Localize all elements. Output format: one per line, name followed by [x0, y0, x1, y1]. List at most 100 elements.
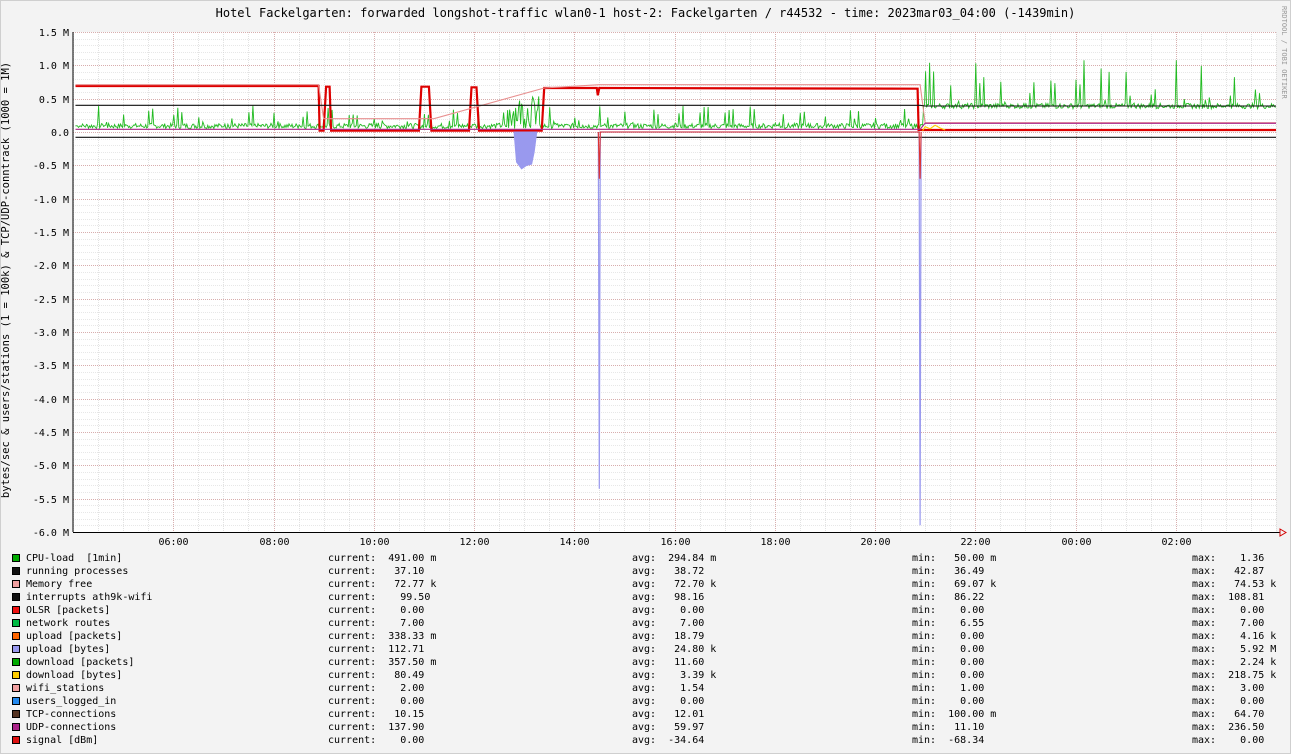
legend-current: current: 357.50 m	[328, 657, 437, 668]
legend-max: max: 2.24 k	[1192, 657, 1277, 668]
legend-row: running processes current: 37.10 avg: 38.7…	[12, 565, 1282, 578]
legend-current: current: 7.00	[328, 618, 425, 629]
legend-avg: avg: 3.39 k	[632, 670, 717, 681]
x-axis-arrow	[1279, 528, 1287, 537]
y-tick-label: -2.5 M	[33, 295, 69, 306]
legend-min: min: 0.00	[912, 657, 985, 668]
legend-swatch	[12, 580, 20, 588]
y-tick-label: -4.5 M	[33, 428, 69, 439]
y-tick-label: 0.5 M	[39, 95, 69, 106]
legend-min: min: 50.00 m	[912, 553, 997, 564]
legend-avg: avg: 24.80 k	[632, 644, 717, 655]
legend-max: max: 236.50	[1192, 722, 1265, 733]
legend-avg: avg: 38.72	[632, 566, 705, 577]
y-tick-label: 1.0 M	[39, 61, 69, 72]
legend-name: network routes	[26, 618, 111, 629]
y-tick-label: -3.0 M	[33, 328, 69, 339]
y-tick-label: -2.0 M	[33, 261, 69, 272]
legend-max: max: 218.75 k	[1192, 670, 1277, 681]
chart-area: 1.5 M 1.0 M 0.5 M 0.0 -0.5 M -1.0 M -1.5 M -2.0…	[33, 28, 1287, 545]
legend-swatch	[12, 554, 20, 562]
legend-swatch	[12, 671, 20, 679]
x-tick-label: 16:00	[660, 537, 690, 545]
legend-current: current: 2.00	[328, 683, 425, 694]
legend-current: current: 0.00	[328, 605, 425, 616]
legend-row: download [bytes] current: 80.49 avg: 3.39 …	[12, 669, 1282, 682]
legend-max: max: 7.00	[1192, 618, 1265, 629]
legend-max: max: 4.16 k	[1192, 631, 1277, 642]
legend-swatch	[12, 593, 20, 601]
legend-name: wifi_stations	[26, 683, 105, 694]
legend-current: current: 491.00 m	[328, 553, 437, 564]
legend-min: min: 6.55	[912, 618, 985, 629]
x-tick-label: 14:00	[559, 537, 589, 545]
y-tick-label: -6.0 M	[33, 528, 69, 539]
legend-row: download [packets] current: 357.50 m avg: …	[12, 656, 1282, 669]
legend-max: max: 0.00	[1192, 735, 1265, 746]
legend-swatch	[12, 645, 20, 653]
legend-avg: avg: 294.84 m	[632, 553, 717, 564]
legend-current: current: 338.33 m	[328, 631, 437, 642]
legend-current: current: 72.77 k	[328, 579, 437, 590]
x-tick-label: 18:00	[760, 537, 790, 545]
legend-row: UDP-connections current: 137.90 avg: 59.97…	[12, 721, 1282, 734]
legend-swatch	[12, 658, 20, 666]
legend-name: signal [dBm]	[26, 735, 99, 746]
legend-name: interrupts ath9k-wifi	[26, 592, 153, 603]
legend-current: current: 99.50	[328, 592, 431, 603]
legend-swatch	[12, 606, 20, 614]
legend-row: network routes current: 7.00 avg: 7.00 min:…	[12, 617, 1282, 630]
legend-min: min: 86.22	[912, 592, 985, 603]
legend-max: max: 0.00	[1192, 696, 1265, 707]
legend-avg: avg: 0.00	[632, 605, 705, 616]
legend-avg: avg: 72.70 k	[632, 579, 717, 590]
legend-avg: avg: 59.97	[632, 722, 705, 733]
legend-max: max: 42.87	[1192, 566, 1265, 577]
legend-name: OLSR [packets]	[26, 605, 111, 616]
legend-row: signal [dBm] current: 0.00 avg: -34.64 min:…	[12, 734, 1282, 747]
x-tick-label: 12:00	[459, 537, 489, 545]
legend-row: wifi_stations current: 2.00 avg: 1.54 min: …	[12, 682, 1282, 695]
legend-swatch	[12, 684, 20, 692]
y-tick-label: -5.0 M	[33, 461, 69, 472]
x-tick-label: 10:00	[359, 537, 389, 545]
legend-row: TCP-connections current: 10.15 avg: 12.01 m…	[12, 708, 1282, 721]
legend-min: min: 0.00	[912, 670, 985, 681]
legend-min: min: 11.10	[912, 722, 985, 733]
legend-max: max: 3.00	[1192, 683, 1265, 694]
legend-current: current: 112.71	[328, 644, 425, 655]
legend-name: running processes	[26, 566, 129, 577]
legend-max: max: 5.92 M	[1192, 644, 1277, 655]
legend-avg: avg: 7.00	[632, 618, 705, 629]
legend-min: min: 100.00 m	[912, 709, 997, 720]
legend-min: min: 0.00	[912, 644, 985, 655]
legend-name: download [packets]	[26, 657, 135, 668]
x-tick-label: 00:00	[1061, 537, 1091, 545]
legend-swatch	[12, 736, 20, 744]
y-tick-label: -0.5 M	[33, 161, 69, 172]
y-tick-label: 0.0	[51, 128, 69, 139]
legend-row: upload [bytes] current: 112.71 avg: 24.80 …	[12, 643, 1282, 656]
legend-current: current: 10.15	[328, 709, 425, 720]
legend-name: UDP-connections	[26, 722, 117, 733]
legend-name: upload [packets]	[26, 631, 123, 642]
legend-name: download [bytes]	[26, 670, 123, 681]
legend-name: users_logged_in	[26, 696, 117, 707]
legend-swatch	[12, 723, 20, 731]
legend-avg: avg: 1.54	[632, 683, 705, 694]
x-tick-label: 02:00	[1161, 537, 1191, 545]
legend-name: CPU-load [1min]	[26, 553, 123, 564]
legend-current: current: 137.90	[328, 722, 425, 733]
x-tick-label: 06:00	[158, 537, 188, 545]
legend-min: min: 69.07 k	[912, 579, 997, 590]
y-tick-label: -1.0 M	[33, 195, 69, 206]
legend-row: Memory free current: 72.77 k avg: 72.70 k m…	[12, 578, 1282, 591]
legend-current: current: 0.00	[328, 696, 425, 707]
legend-max: max: 0.00	[1192, 605, 1265, 616]
legend-min: min: 36.49	[912, 566, 985, 577]
legend-swatch	[12, 710, 20, 718]
legend-name: Memory free	[26, 579, 93, 590]
legend-name: upload [bytes]	[26, 644, 111, 655]
legend-row: CPU-load [1min] current: 491.00 m avg: 294…	[12, 552, 1282, 565]
y-tick-label: -4.0 M	[33, 395, 69, 406]
